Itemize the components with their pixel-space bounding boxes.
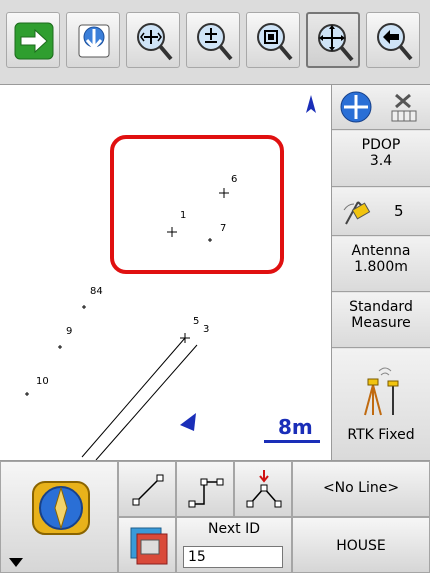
next-id-label: Next ID	[208, 521, 260, 537]
next-id-cell: Next ID	[176, 517, 292, 573]
polyline-icon	[188, 478, 224, 508]
point-label: 9	[66, 326, 73, 337]
pdop-cell[interactable]: PDOP 3.4	[332, 131, 430, 187]
zoom-window-button[interactable]	[246, 12, 300, 68]
satellite-count: 5	[394, 202, 404, 220]
next-id-input[interactable]	[183, 546, 283, 568]
scale-bar	[264, 440, 320, 443]
pan-button[interactable]	[306, 12, 360, 68]
satellites-cell[interactable]: 5	[332, 188, 430, 236]
point-6-marker	[219, 188, 229, 198]
dropdown-arrow-icon[interactable]	[7, 556, 27, 570]
satellite-grid-icon	[391, 93, 417, 122]
zoom-in-out-button[interactable]	[186, 12, 240, 68]
survey-points	[25, 188, 229, 396]
point-label: 1	[180, 210, 187, 221]
toolbar-cell	[332, 85, 430, 130]
insert-vertex-icon	[246, 470, 282, 508]
point-7-marker	[208, 238, 212, 242]
map-canvas	[25, 95, 316, 460]
current-position-icon	[180, 413, 196, 431]
map-view[interactable]: 6 1 7 84 9 5 3 10 8m	[0, 85, 332, 460]
point-9-marker	[58, 345, 62, 349]
line-tool-button[interactable]	[118, 461, 176, 517]
point-10-marker	[25, 392, 29, 396]
point-1-marker	[167, 227, 177, 237]
insert-point-button[interactable]	[234, 461, 292, 517]
measure-label-1: Standard	[349, 299, 413, 315]
point-label: 5	[193, 316, 200, 327]
satellite-icon	[343, 201, 371, 225]
back-arrow-icon	[377, 23, 413, 61]
antenna-value: 1.800m	[354, 259, 408, 275]
app-window: 6 1 7 84 9 5 3 10 8m PDOP 3.4 5 Antenna …	[0, 0, 430, 573]
zoom-extents-icon	[137, 23, 173, 61]
highlight-box	[110, 135, 284, 274]
bottom-bar: <No Line> Next ID HOUSE	[0, 460, 430, 573]
measure-label-2: Measure	[351, 315, 411, 331]
survey-line-b	[95, 344, 198, 460]
layers-icon	[130, 527, 168, 565]
north-arrow-icon	[306, 95, 316, 113]
navigate-button[interactable]	[0, 461, 118, 573]
back-button[interactable]	[366, 12, 420, 68]
zoom-window-icon	[257, 23, 293, 61]
point-label: 10	[36, 376, 49, 387]
status-panel: PDOP 3.4 5 Antenna 1.800m Standard Measu…	[332, 85, 430, 460]
measure-mode-cell[interactable]: Standard Measure	[332, 293, 430, 348]
point-label: 7	[220, 223, 227, 234]
line-select[interactable]: <No Line>	[292, 461, 430, 517]
compass-icon	[340, 91, 372, 123]
zoom-extents-button[interactable]	[126, 12, 180, 68]
scale-label: 8m	[278, 415, 313, 439]
antenna-label: Antenna	[351, 243, 411, 259]
go-forward-button[interactable]	[6, 12, 60, 68]
code-button[interactable]: HOUSE	[292, 517, 430, 573]
polyline-tool-button[interactable]	[176, 461, 234, 517]
zoom-plus-minus-icon	[197, 23, 233, 61]
line-select-value: <No Line>	[322, 480, 400, 496]
rtk-cell[interactable]: RTK Fixed	[332, 349, 430, 460]
layers-button[interactable]	[118, 517, 176, 573]
top-toolbar	[0, 0, 430, 85]
green-arrow-icon	[14, 22, 54, 60]
download-button[interactable]	[66, 12, 120, 68]
point-84-marker	[82, 305, 86, 309]
pdop-value: 3.4	[369, 153, 393, 169]
line-icon	[132, 474, 164, 506]
point-label: 6	[231, 174, 238, 185]
point-label: 84	[90, 286, 103, 297]
survey-line-a	[81, 337, 186, 458]
compass-navigate-icon	[32, 481, 90, 535]
download-arrow-icon	[78, 24, 110, 58]
antenna-cell[interactable]: Antenna 1.800m	[332, 237, 430, 292]
rtk-status: RTK Fixed	[347, 427, 415, 443]
pan-icon	[318, 24, 354, 62]
pdop-label: PDOP	[361, 137, 401, 153]
point-label: 3	[203, 324, 210, 335]
rtk-tripod-icon	[364, 367, 399, 416]
code-value: HOUSE	[336, 538, 386, 554]
